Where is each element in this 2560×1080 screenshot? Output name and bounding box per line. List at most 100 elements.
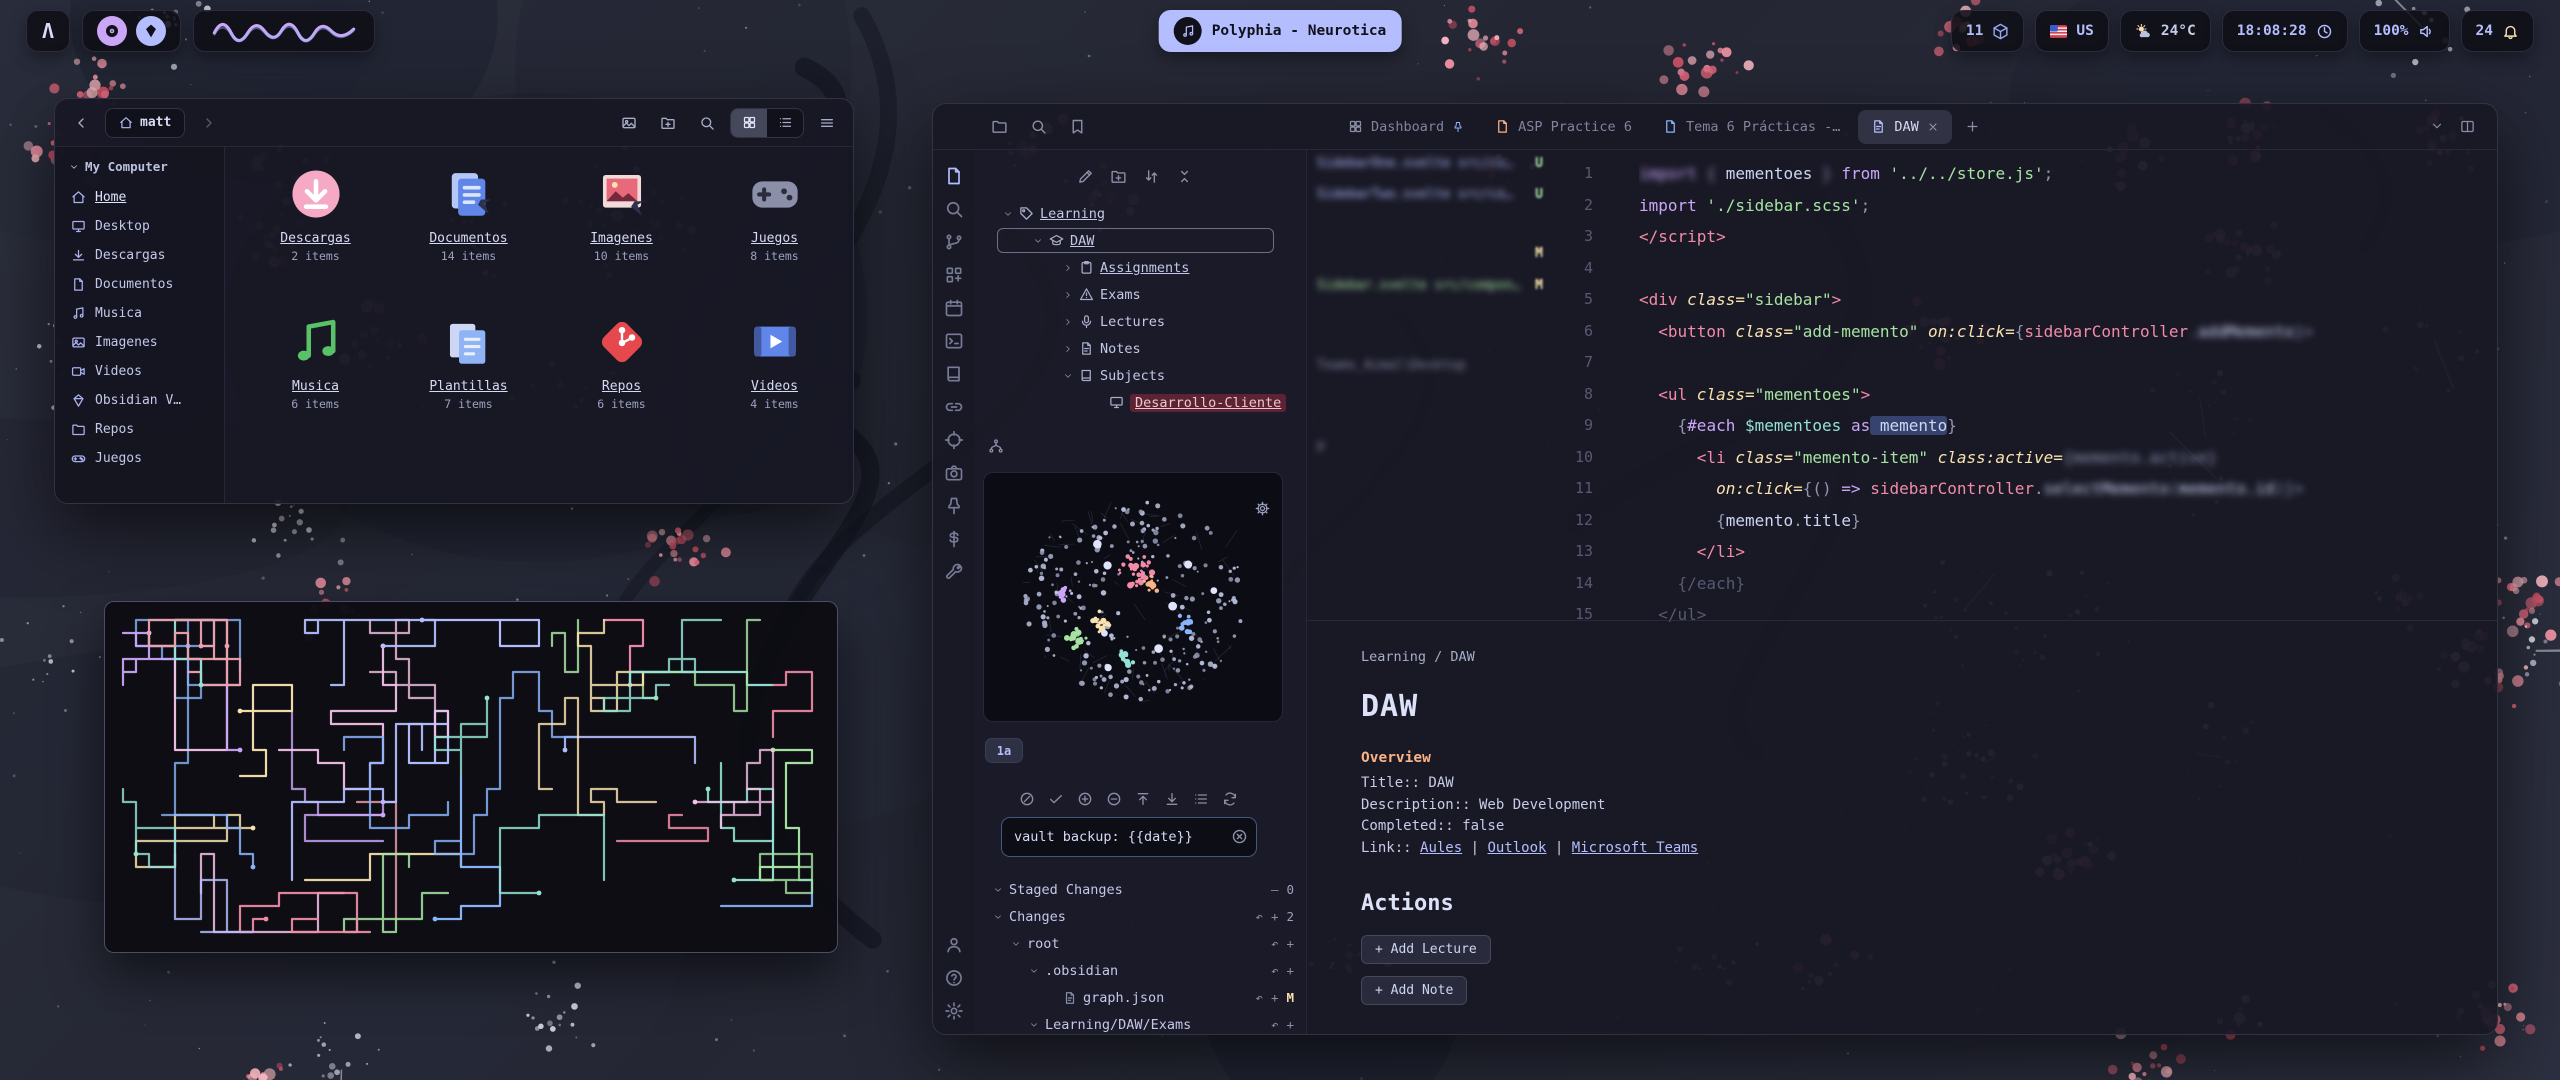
- tab-asp-practice-6[interactable]: ASP Practice 6: [1482, 110, 1645, 144]
- folder-musica[interactable]: Musica6 items: [239, 303, 392, 451]
- status-keyboard-layout[interactable]: US: [2035, 10, 2108, 52]
- tab-dashboard[interactable]: Dashboard: [1335, 110, 1477, 144]
- back-button[interactable]: [65, 108, 97, 138]
- clear-message-icon[interactable]: [1231, 828, 1248, 845]
- status-volume[interactable]: 100%: [2359, 10, 2450, 52]
- scm-row-actions[interactable]: ↶+M: [1255, 990, 1294, 1005]
- sort-icon[interactable]: [1143, 168, 1160, 185]
- tree-item-subjects[interactable]: Subjects: [975, 362, 1306, 389]
- folder-icon[interactable]: [991, 118, 1008, 135]
- minus-circle-icon[interactable]: [1106, 791, 1122, 807]
- format-badge[interactable]: 1a: [985, 738, 1023, 763]
- status-weather[interactable]: 24°C: [2120, 10, 2211, 52]
- tree-item-desarrollo-cliente[interactable]: Desarrollo-Cliente: [975, 389, 1306, 416]
- upload-icon[interactable]: [1135, 791, 1151, 807]
- scm-row-actions[interactable]: —0: [1271, 882, 1294, 897]
- file-manager-headerbar[interactable]: matt: [55, 99, 853, 147]
- git-fork-icon[interactable]: [988, 438, 1004, 454]
- activity-book-icon[interactable]: [944, 364, 964, 384]
- note-breadcrumb[interactable]: Learning / DAW: [1361, 649, 2457, 665]
- scm-action[interactable]: +: [1271, 990, 1279, 1005]
- activity-calendar-icon[interactable]: [944, 298, 964, 318]
- sidebar-item-descargas[interactable]: Descargas: [63, 241, 216, 270]
- button-add-note[interactable]: + Add Note: [1361, 976, 1467, 1005]
- folder-plus-button[interactable]: [652, 108, 684, 138]
- tree-item-lectures[interactable]: Lectures: [975, 308, 1306, 335]
- link-outlook[interactable]: Outlook: [1487, 840, 1546, 856]
- activity-document-icon[interactable]: [944, 166, 964, 186]
- activity-gear-icon[interactable]: [944, 1001, 964, 1021]
- breadcrumb[interactable]: matt: [105, 108, 185, 138]
- scm-action[interactable]: ↶: [1255, 909, 1263, 924]
- activity-git-branch-icon[interactable]: [944, 232, 964, 252]
- folder-imagenes[interactable]: Imagenes10 items: [545, 155, 698, 303]
- activity-help-icon[interactable]: [944, 968, 964, 988]
- new-tab-icon[interactable]: [1965, 119, 1980, 134]
- scm-row-learning-daw-exams[interactable]: Learning/DAW/Exams↶+: [975, 1011, 1306, 1035]
- activity-target-icon[interactable]: [944, 430, 964, 450]
- tab-daw[interactable]: DAW: [1858, 110, 1951, 144]
- sidebar-item-desktop[interactable]: Desktop: [63, 212, 216, 241]
- tab-tema-6-pr-cticas[interactable]: Tema 6 Prácticas -…: [1650, 110, 1853, 144]
- scm-action[interactable]: ↶: [1255, 990, 1263, 1005]
- sidebar-item-imagenes[interactable]: Imagenes: [63, 328, 216, 357]
- folder-juegos[interactable]: Juegos8 items: [698, 155, 851, 303]
- refresh-icon[interactable]: [1222, 791, 1238, 807]
- split-editor-icon[interactable]: [2460, 119, 2475, 134]
- tree-item-daw[interactable]: DAW: [975, 227, 1306, 254]
- tree-item-learning[interactable]: Learning: [975, 200, 1306, 227]
- close-tab-icon[interactable]: [1927, 121, 1939, 133]
- folder-videos[interactable]: Videos4 items: [698, 303, 851, 451]
- tab-list-chevron-icon[interactable]: [2430, 119, 2444, 133]
- activity-link-icon[interactable]: [944, 397, 964, 417]
- scm-action[interactable]: +: [1286, 936, 1294, 951]
- open-file-row[interactable]: SidebarTwo.svelte src/co…U: [1317, 187, 1543, 202]
- scm-action[interactable]: —: [1271, 882, 1279, 897]
- scm-action[interactable]: +: [1286, 963, 1294, 978]
- link-microsoft-teams[interactable]: Microsoft Teams: [1572, 840, 1698, 856]
- image-button[interactable]: [613, 108, 645, 138]
- activity-dollar-icon[interactable]: [944, 529, 964, 549]
- scm-action[interactable]: ↶: [1271, 1017, 1279, 1032]
- scm-row-staged-changes[interactable]: Staged Changes—0: [975, 876, 1306, 903]
- edit-icon[interactable]: [1077, 168, 1094, 185]
- scm-action[interactable]: +: [1286, 1017, 1294, 1032]
- open-file-row[interactable]: SidebarOne.svelte src/co…U: [1317, 156, 1543, 171]
- sidebar-item-documentos[interactable]: Documentos: [63, 270, 216, 299]
- folder-plus-icon[interactable]: [1110, 168, 1127, 185]
- sidebar-item-musica[interactable]: Musica: [63, 299, 216, 328]
- list-icon[interactable]: [1193, 791, 1209, 807]
- status-updates[interactable]: 11: [1951, 10, 2024, 52]
- launcher-button[interactable]: Λ: [26, 10, 70, 52]
- sidebar-item-juegos[interactable]: Juegos: [63, 444, 216, 473]
- open-file-row[interactable]: p: [1317, 438, 1543, 453]
- menu-button[interactable]: [811, 108, 843, 138]
- graph-focus-icon[interactable]: [1255, 517, 1270, 532]
- scm-row-graph-json[interactable]: graph.json↶+M: [975, 984, 1306, 1011]
- folder-descargas[interactable]: Descargas2 items: [239, 155, 392, 303]
- scm-action[interactable]: ↶: [1271, 936, 1279, 951]
- scm-row-actions[interactable]: ↶+2: [1255, 909, 1294, 924]
- activity-terminal-icon[interactable]: [944, 331, 964, 351]
- slash-circle-icon[interactable]: [1019, 791, 1035, 807]
- disc-button[interactable]: [97, 16, 127, 46]
- sidebar-item-videos[interactable]: Videos: [63, 357, 216, 386]
- open-file-row[interactable]: Teams_Aimal\Desktop: [1317, 358, 1543, 373]
- status-notifications[interactable]: 24: [2461, 10, 2534, 52]
- bookmark-icon[interactable]: [1069, 118, 1086, 135]
- scm-row-actions[interactable]: ↶+: [1271, 1017, 1294, 1032]
- scm-row-actions[interactable]: ↶+: [1271, 936, 1294, 951]
- activity-pin-icon[interactable]: [944, 496, 964, 516]
- generative-art-window[interactable]: [104, 601, 838, 953]
- tree-item-exams[interactable]: Exams: [975, 281, 1306, 308]
- sidebar-header[interactable]: My Computer: [63, 157, 216, 183]
- check-icon[interactable]: [1048, 791, 1064, 807]
- folder-documentos[interactable]: Documentos14 items: [392, 155, 545, 303]
- activity-wrench-icon[interactable]: [944, 562, 964, 582]
- download2-icon[interactable]: [1164, 791, 1180, 807]
- search-icon[interactable]: [1030, 118, 1047, 135]
- code-editor[interactable]: import { mementoes } from '../../store.j…: [1639, 158, 2489, 631]
- view-list-button[interactable]: [767, 109, 803, 137]
- now-playing[interactable]: Polyphia - Neurotica: [1159, 10, 1402, 52]
- activity-search-icon[interactable]: [944, 199, 964, 219]
